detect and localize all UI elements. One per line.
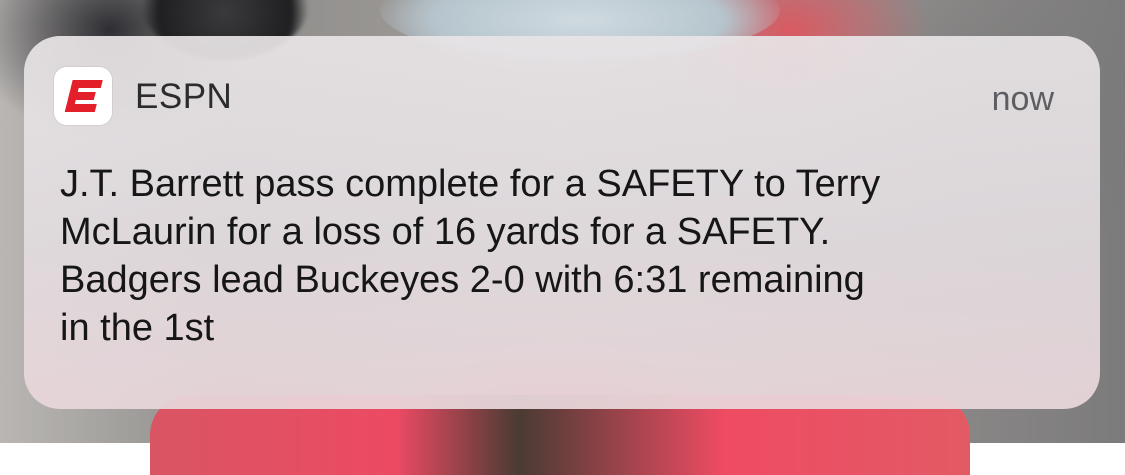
message-line: McLaurin for a loss of 16 yards for a SA… xyxy=(60,211,831,253)
message-line: in the 1st xyxy=(60,307,215,349)
espn-logo-icon xyxy=(54,67,112,125)
notification-message: J.T. Barrett pass complete for a SAFETY … xyxy=(60,160,1070,352)
message-line: Badgers lead Buckeyes 2-0 with 6:31 rema… xyxy=(60,259,865,301)
notification-timestamp: now xyxy=(991,80,1054,118)
push-notification[interactable]: ESPN now J.T. Barrett pass complete for … xyxy=(24,36,1100,409)
app-name: ESPN xyxy=(135,77,233,116)
message-line: J.T. Barrett pass complete for a SAFETY … xyxy=(60,163,881,205)
